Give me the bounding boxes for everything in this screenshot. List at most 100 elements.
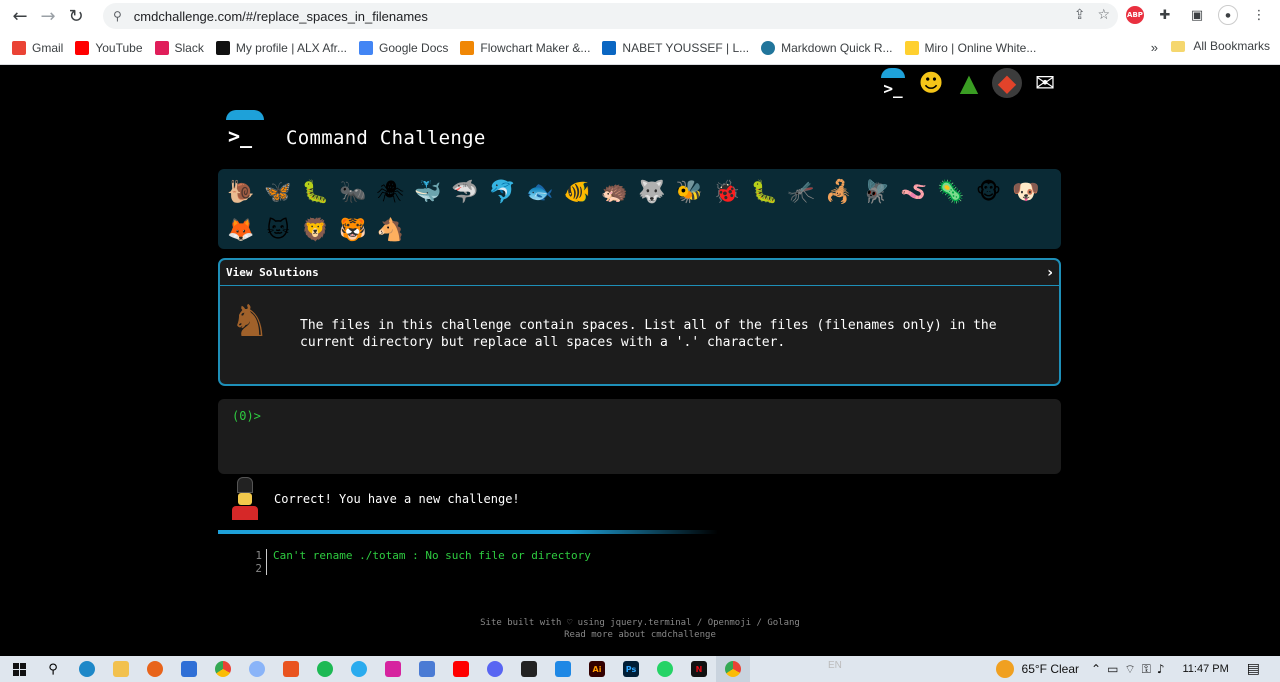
discord-icon[interactable] [478,656,512,682]
notification-icon[interactable]: ▤ [1247,661,1260,677]
page-content: >_ ☻ ▲ ◆ ✉ >_ Command Challenge 🐌 🦋 🐛 🐜 🕷 🐳 🦈 🐬… [0,65,1280,656]
chrome-icon[interactable] [206,656,240,682]
challenge-icon[interactable]: 🐵 [970,173,1007,211]
youtube-icon [75,41,90,55]
terminal-input[interactable]: (0)> [218,399,1061,474]
sticky-notes-icon[interactable] [512,656,546,682]
gitlab-icon[interactable]: ◆ [992,68,1022,98]
google-chrome-canary-icon[interactable] [240,656,274,682]
footer: Site built with ♡ using jquery.terminal … [0,617,1280,641]
tray-icons[interactable]: ⌃▭⌔⚿♪ [1091,662,1170,677]
challenge-icon[interactable]: 🐬 [484,173,521,211]
challenge-icon[interactable]: 🦠 [932,173,969,211]
ubuntu-icon[interactable] [274,656,308,682]
output-line: 1 Can't rename ./totam : No such file or… [250,549,591,562]
footer-readmore-link[interactable]: Read more about cmdchallenge [0,629,1280,641]
forward-icon[interactable]: → [34,2,62,30]
bookmark-miro[interactable]: Miro | Online White... [904,41,1036,55]
reload-icon[interactable]: ↻ [62,2,90,30]
brave-icon[interactable] [138,656,172,682]
challenge-icon[interactable]: 🦔 [596,173,633,211]
chevron-right-icon[interactable]: › [1047,265,1053,281]
bookmark-alx[interactable]: My profile | ALX Afr... [215,41,347,55]
challenge-icon[interactable]: 🪰 [858,173,895,211]
challenge-icon[interactable]: 🐴 [372,211,409,249]
thinking-face-icon[interactable]: ☻ [916,68,946,98]
language-indicator[interactable]: EN [828,660,842,671]
alx-icon [215,41,230,55]
line-number: 2 [255,562,262,575]
youtube-app-icon[interactable] [444,656,478,682]
telegram-icon[interactable] [342,656,376,682]
extensions-puzzle-icon[interactable]: ✚ [1154,4,1176,26]
clock[interactable]: 11:47 PM [1182,663,1228,675]
challenge-icon[interactable]: 🪱 [895,173,932,211]
tree-icon[interactable]: ▲ [954,68,984,98]
side-panel-icon[interactable]: ▣ [1186,4,1208,26]
moon-icon [995,660,1014,678]
command-output: 1 Can't rename ./totam : No such file or… [250,549,591,575]
address-bar[interactable]: ⚲ cmdchallenge.com/#/replace_spaces_in_f… [103,3,1118,29]
bookmark-youtube[interactable]: YouTube [75,41,143,55]
challenge-icon[interactable]: 🐌 [222,173,259,211]
chrome-active-icon[interactable] [716,656,750,682]
all-bookmarks-button[interactable]: All Bookmarks [1171,39,1270,53]
challenge-icon[interactable]: 🦊 [222,211,259,249]
whatsapp-icon[interactable] [648,656,682,682]
illustrator-icon[interactable]: Ai [580,656,614,682]
horse-icon: ♞ [230,296,270,347]
bookmark-flowchart[interactable]: Flowchart Maker &... [460,41,590,55]
line-number: 1 [255,549,262,562]
challenge-icon[interactable]: 🐶 [1007,173,1044,211]
challenge-icon[interactable]: 🐜 [334,173,371,211]
adblock-extension-icon[interactable]: ABP [1126,6,1144,24]
challenge-icon[interactable]: 🐛 [297,173,334,211]
spotify-icon[interactable] [308,656,342,682]
challenge-icon[interactable]: 🐠 [559,173,596,211]
windows-start-icon[interactable] [2,656,36,682]
photoshop-icon[interactable]: Ps [614,656,648,682]
netflix-icon[interactable]: N [682,656,716,682]
challenge-icon[interactable]: 🦋 [259,173,296,211]
challenge-icon[interactable]: 🦂 [820,173,857,211]
challenge-icon[interactable]: 🦈 [446,173,483,211]
footer-credits[interactable]: Site built with ♡ using jquery.terminal … [0,617,1280,629]
bookmarks-overflow-button[interactable]: » [1151,40,1158,55]
site-info-icon[interactable]: ⚲ [113,9,122,23]
store-icon[interactable] [172,656,206,682]
bookmark-linkedin[interactable]: NABET YOUSSEF | L... [602,41,749,55]
challenge-icon[interactable]: 🐛 [745,173,782,211]
mail-icon[interactable]: ✉ [1030,68,1060,98]
challenge-icon[interactable]: 🐺 [633,173,670,211]
miro-icon [904,41,919,55]
view-solutions-header[interactable]: View Solutions › [220,260,1059,286]
profile-avatar[interactable]: ● [1218,5,1238,25]
weather-widget[interactable]: 65°F Clear [995,660,1079,678]
challenge-icon[interactable]: 🕷 [372,173,409,211]
bookmark-markdown[interactable]: Markdown Quick R... [761,41,893,55]
challenge-icon[interactable]: 🐱 [259,211,296,249]
app-store-icon[interactable] [546,656,580,682]
logo[interactable]: >_ [222,110,268,152]
app-icon[interactable] [410,656,444,682]
challenge-icon[interactable]: 🦁 [297,211,334,249]
bookmark-star-icon[interactable]: ☆ [1097,7,1110,23]
back-icon[interactable]: ← [6,2,34,30]
bookmark-slack[interactable]: Slack [154,41,204,55]
menu-kebab-icon[interactable]: ⋮ [1248,4,1270,26]
instagram-icon[interactable] [376,656,410,682]
bookmark-gmail[interactable]: Gmail [12,41,63,55]
challenge-icon[interactable]: 🐳 [409,173,446,211]
challenge-icon[interactable]: 🐞 [708,173,745,211]
search-icon[interactable]: ⚲ [36,656,70,682]
challenge-icon[interactable]: 🐝 [671,173,708,211]
challenge-icon[interactable]: 🐯 [334,211,371,249]
share-icon[interactable]: ⇪ [1074,7,1086,23]
terminal-icon[interactable]: >_ [878,68,908,98]
challenge-icon[interactable]: 🦟 [783,173,820,211]
bookmark-google-docs[interactable]: Google Docs [359,41,448,55]
file-explorer-icon[interactable] [104,656,138,682]
challenge-icon[interactable]: 🐟 [521,173,558,211]
url-text[interactable]: cmdchallenge.com/#/replace_spaces_in_fil… [134,9,428,24]
edge-icon[interactable] [70,656,104,682]
